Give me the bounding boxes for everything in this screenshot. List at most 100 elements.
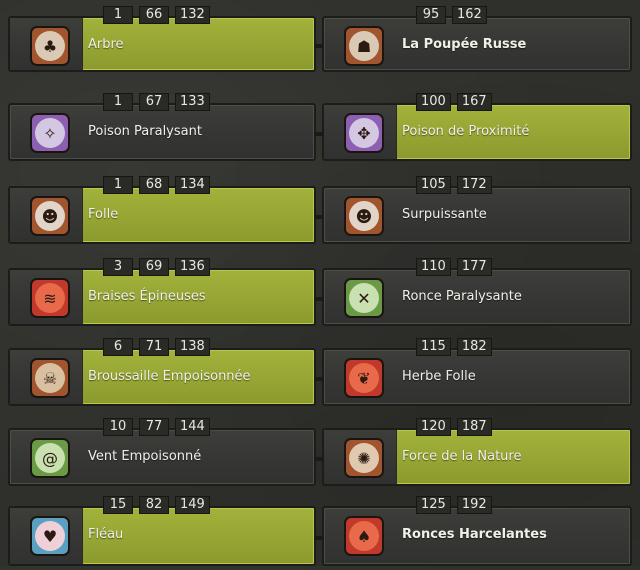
level-value: 192: [456, 496, 492, 514]
spell-variant-left[interactable]: ≋ Braises Épineuses: [8, 268, 316, 326]
level-value: 182: [456, 338, 492, 356]
nature-force-icon: ✺: [344, 438, 384, 478]
variant-connector: [314, 457, 324, 461]
left-level-list: 1 67 133: [103, 93, 210, 111]
level-value: 105: [416, 176, 451, 194]
icon-glyph: ♣: [35, 31, 65, 61]
icon-glyph: ✧: [35, 118, 65, 148]
spell-name: Arbre: [88, 37, 124, 52]
spell-variant-right[interactable]: ♠ Ronces Harcelantes: [322, 506, 632, 566]
level-value: 138: [175, 338, 210, 356]
icon-glyph: ♠: [349, 521, 379, 551]
level-value: 136: [175, 258, 210, 276]
level-value: 95: [416, 6, 446, 24]
level-value: 162: [452, 6, 487, 24]
spell-name: Braises Épineuses: [88, 289, 206, 304]
level-value: 71: [139, 338, 169, 356]
level-value: 69: [139, 258, 169, 276]
level-value: 132: [175, 6, 210, 24]
spell-row: 1 68 134 ☻ Folle 105 172 ☻ Surpuissante: [0, 170, 640, 250]
level-value: 115: [416, 338, 451, 356]
level-value: 1: [103, 176, 133, 194]
level-value: 15: [103, 496, 133, 514]
icon-glyph: ✥: [349, 118, 379, 148]
level-value: 77: [139, 418, 169, 436]
right-level-list: 115 182: [416, 338, 492, 356]
spell-variant-right[interactable]: ✺ Force de la Nature: [322, 428, 632, 486]
level-value: 172: [456, 176, 492, 194]
right-level-list: 120 187: [416, 418, 492, 436]
level-value: 68: [139, 176, 169, 194]
icon-glyph: ✕: [349, 283, 379, 313]
tree-icon: ♣: [30, 26, 70, 66]
spell-name: Ronces Harcelantes: [402, 527, 547, 542]
poison-wind-icon: @: [30, 438, 70, 478]
spell-name: Force de la Nature: [402, 449, 522, 464]
right-level-list: 125 192: [416, 496, 492, 514]
level-value: 3: [103, 258, 133, 276]
spell-variant-right[interactable]: ☗ La Poupée Russe: [322, 16, 632, 72]
spell-row: 1 67 133 ✧ Poison Paralysant 100 167 ✥ Poison de…: [0, 87, 640, 167]
left-level-list: 1 68 134: [103, 176, 210, 194]
poisoned-bush-icon: ☠: [30, 358, 70, 398]
level-value: 67: [139, 93, 169, 111]
right-level-list: 110 177: [416, 258, 492, 276]
spell-variant-left[interactable]: ☻ Folle: [8, 186, 316, 244]
level-value: 144: [175, 418, 210, 436]
level-value: 177: [456, 258, 492, 276]
variant-connector: [314, 377, 324, 381]
spell-variant-left[interactable]: ♥ Fléau: [8, 506, 316, 566]
spell-variant-left[interactable]: ♣ Arbre: [8, 16, 316, 72]
icon-glyph: ☻: [35, 201, 65, 231]
ember-icon: ≋: [30, 278, 70, 318]
icon-glyph: ♥: [35, 521, 65, 551]
level-value: 100: [416, 93, 451, 111]
spell-row: 10 77 144 @ Vent Empoisonné 120 187 ✺ Force de l…: [0, 412, 640, 492]
level-value: 149: [175, 496, 210, 514]
right-level-list: 95 162: [416, 6, 487, 24]
level-value: 10: [103, 418, 133, 436]
level-value: 1: [103, 6, 133, 24]
right-level-list: 105 172: [416, 176, 492, 194]
icon-glyph: ☻: [349, 201, 379, 231]
spell-variant-grid: 1 66 132 ♣ Arbre 95 162 ☗ La Poupée Russe 1 67 133 ✧…: [0, 0, 640, 566]
spell-variant-right[interactable]: ❦ Herbe Folle: [322, 348, 632, 406]
level-value: 1: [103, 93, 133, 111]
spell-variant-right[interactable]: ☻ Surpuissante: [322, 186, 632, 244]
level-value: 134: [175, 176, 210, 194]
spell-row: 6 71 138 ☠ Broussaille Empoisonnée 115 182 ❦ Her…: [0, 332, 640, 412]
spell-variant-right[interactable]: ✥ Poison de Proximité: [322, 103, 632, 161]
icon-glyph: ❦: [349, 363, 379, 393]
level-value: 133: [175, 93, 210, 111]
spell-name: Poison Paralysant: [88, 124, 202, 139]
spell-row: 1 66 132 ♣ Arbre 95 162 ☗ La Poupée Russe: [0, 0, 640, 80]
variant-connector: [314, 132, 324, 136]
spell-row: 15 82 149 ♥ Fléau 125 192 ♠ Ronces Harcelantes: [0, 490, 640, 570]
harassing-brambles-icon: ♠: [344, 516, 384, 556]
spell-variant-left[interactable]: @ Vent Empoisonné: [8, 428, 316, 486]
left-level-list: 6 71 138: [103, 338, 210, 356]
matryoshka-icon: ☗: [344, 26, 384, 66]
left-level-list: 3 69 136: [103, 258, 210, 276]
variant-connector: [314, 44, 324, 48]
right-level-list: 100 167: [416, 93, 492, 111]
variant-connector: [314, 215, 324, 219]
variant-connector: [314, 297, 324, 301]
spell-variant-right[interactable]: ✕ Ronce Paralysante: [322, 268, 632, 326]
spell-name: Fléau: [88, 527, 124, 542]
level-value: 6: [103, 338, 133, 356]
spell-variant-left[interactable]: ☠ Broussaille Empoisonnée: [8, 348, 316, 406]
proximity-poison-icon: ✥: [344, 113, 384, 153]
variant-connector: [314, 536, 324, 540]
icon-glyph: ≋: [35, 283, 65, 313]
spell-name: Ronce Paralysante: [402, 289, 522, 304]
icon-glyph: @: [35, 443, 65, 473]
sheep-icon: ☻: [30, 196, 70, 236]
level-value: 82: [139, 496, 169, 514]
spell-name: Broussaille Empoisonnée: [88, 369, 251, 384]
icon-glyph: ☗: [349, 31, 379, 61]
spell-variant-left[interactable]: ✧ Poison Paralysant: [8, 103, 316, 161]
spell-name: Surpuissante: [402, 207, 487, 222]
level-value: 125: [416, 496, 451, 514]
spell-name: Poison de Proximité: [402, 124, 530, 139]
